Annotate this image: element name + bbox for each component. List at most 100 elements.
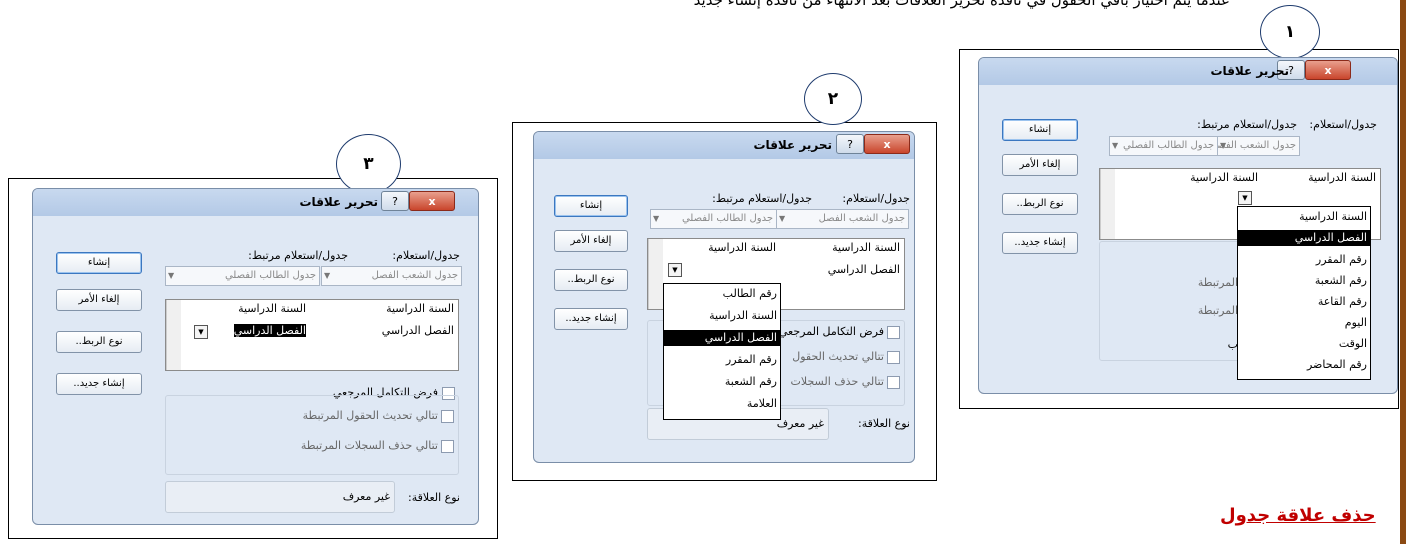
grid-cell[interactable]: السنة الدراسية bbox=[832, 241, 900, 254]
field-dropdown-list-1: السنة الدراسية الفصل الدراسي رقم المقرر … bbox=[1237, 206, 1371, 380]
relationship-type-label: نوع العلاقة: bbox=[408, 491, 460, 504]
table-combo-value: جدول الشعب الفصل bbox=[1217, 140, 1296, 151]
step-number-1: ١ bbox=[1260, 5, 1320, 59]
table-query-label: جدول/استعلام: bbox=[842, 192, 910, 205]
help-button[interactable]: ? bbox=[381, 191, 409, 211]
dialog-title: تحرير علاقات bbox=[1210, 64, 1290, 78]
relationship-type-value: غير معرف bbox=[342, 490, 390, 503]
enforce-integrity-checkbox[interactable] bbox=[887, 326, 900, 339]
join-type-button[interactable]: نوع الربط.. bbox=[554, 269, 628, 291]
page-right-border bbox=[1400, 0, 1406, 544]
step-number-2: ٢ bbox=[804, 73, 862, 125]
chevron-down-icon: ▼ bbox=[1112, 141, 1119, 150]
section-heading: حذف علاقة جدول bbox=[1220, 505, 1376, 526]
cascade-update-label: تتالي تحديث الحقول bbox=[792, 350, 884, 363]
related-table-combo[interactable]: جدول الطالب الفصلي ▼ bbox=[1109, 136, 1218, 156]
dropdown-item[interactable]: الوقت bbox=[1238, 336, 1370, 352]
chevron-down-icon: ▼ bbox=[779, 214, 786, 223]
cascade-delete-label: تتالي حذف السجلات bbox=[790, 375, 884, 388]
cascade-update-checkbox[interactable] bbox=[887, 351, 900, 364]
grid-cell[interactable]: السنة الدراسية bbox=[708, 241, 776, 254]
create-new-button[interactable]: إنشاء جديد.. bbox=[554, 308, 628, 330]
step-number-3: ٣ bbox=[336, 134, 401, 194]
dropdown-item[interactable]: رقم الطالب bbox=[664, 286, 780, 302]
dropdown-item[interactable]: اليوم bbox=[1238, 315, 1370, 331]
create-button[interactable]: إنشاء bbox=[554, 195, 628, 217]
relationship-type-box: غير معرف bbox=[165, 481, 395, 513]
join-type-button[interactable]: نوع الربط.. bbox=[56, 331, 142, 353]
relationship-type-value: غير معرف bbox=[776, 417, 824, 430]
dialog-title: تحرير علاقات bbox=[299, 195, 379, 209]
dialog-title: تحرير علاقات bbox=[753, 138, 833, 152]
chevron-down-icon[interactable]: ▼ bbox=[1238, 191, 1252, 205]
related-table-combo[interactable]: جدول الطالب الفصلي ▼ bbox=[650, 209, 777, 229]
options-group: تتالي تحديث الحقول المرتبطة تتالي حذف ال… bbox=[165, 395, 459, 475]
grid-cell-selected[interactable]: الفصل الدراسي bbox=[233, 324, 306, 337]
dropdown-item[interactable]: العلامة bbox=[664, 396, 780, 412]
cascade-delete-checkbox[interactable] bbox=[441, 440, 454, 453]
related-combo-value: جدول الطالب الفصلي bbox=[1122, 140, 1214, 151]
table-combo[interactable]: جدول الشعب الفصل ▼ bbox=[1217, 136, 1300, 156]
table-combo[interactable]: جدول الشعب الفصل ▼ bbox=[321, 266, 462, 286]
chevron-down-icon: ▼ bbox=[1220, 141, 1227, 150]
table-query-label: جدول/استعلام: bbox=[1309, 118, 1377, 131]
table-combo-value: جدول الشعب الفصل bbox=[371, 270, 458, 281]
related-combo-value: جدول الطالب الفصلي bbox=[224, 270, 316, 281]
dropdown-item-selected[interactable]: الفصل الدراسي bbox=[1238, 230, 1370, 246]
create-button[interactable]: إنشاء bbox=[56, 252, 142, 274]
dropdown-item[interactable]: رقم الشعبة bbox=[664, 374, 780, 390]
table-combo-value: جدول الشعب الفصل bbox=[818, 213, 905, 224]
enforce-integrity-label: فرض التكامل المرجعي bbox=[778, 325, 884, 338]
grid-scrollbar[interactable] bbox=[648, 239, 663, 309]
grid-scrollbar[interactable] bbox=[166, 300, 181, 370]
related-table-label: جدول/استعلام مرتبط: bbox=[248, 249, 348, 262]
related-combo-value: جدول الطالب الفصلي bbox=[681, 213, 773, 224]
cascade-delete-checkbox[interactable] bbox=[887, 376, 900, 389]
grid-cell[interactable]: السنة الدراسية bbox=[386, 302, 454, 315]
dropdown-item[interactable]: رقم القاعة bbox=[1238, 294, 1370, 310]
dropdown-item[interactable]: رقم الشعبة bbox=[1238, 273, 1370, 289]
dropdown-item[interactable]: السنة الدراسية bbox=[1238, 209, 1370, 225]
dropdown-item[interactable]: رقم المقرر bbox=[1238, 252, 1370, 268]
dropdown-item[interactable]: السنة الدراسية bbox=[664, 308, 780, 324]
grid-cell[interactable]: السنة الدراسية bbox=[1308, 171, 1376, 184]
grid-cell[interactable]: الفصل الدراسي bbox=[382, 324, 454, 337]
cancel-button[interactable]: إلغاء الأمر bbox=[554, 230, 628, 252]
chevron-down-icon: ▼ bbox=[324, 271, 331, 280]
create-button[interactable]: إنشاء bbox=[1002, 119, 1078, 141]
cancel-button[interactable]: إلغاء الأمر bbox=[1002, 154, 1078, 176]
dropdown-item-selected[interactable]: الفصل الدراسي bbox=[664, 330, 780, 346]
cascade-delete-label: تتالي حذف السجلات المرتبطة bbox=[300, 439, 438, 452]
options-group: المرتبطة المرتبطة ب bbox=[1099, 241, 1241, 361]
grid-cell[interactable]: السنة الدراسية bbox=[1190, 171, 1258, 184]
table-combo[interactable]: جدول الشعب الفصل ▼ bbox=[776, 209, 909, 229]
chevron-down-icon[interactable]: ▼ bbox=[194, 325, 208, 339]
relationship-type-label: نوع العلاقة: bbox=[858, 417, 910, 430]
cascade-update-fragment: المرتبطة bbox=[1197, 276, 1238, 289]
field-dropdown-list-2: رقم الطالب السنة الدراسية الفصل الدراسي … bbox=[663, 283, 781, 420]
grid-scrollbar[interactable] bbox=[1100, 169, 1115, 239]
close-button[interactable]: x bbox=[1305, 60, 1351, 80]
cascade-update-checkbox[interactable] bbox=[441, 410, 454, 423]
instruction-text: عندما يتم اختيار باقي الحقول في نافذة تح… bbox=[693, 0, 1230, 9]
grid-cell[interactable]: الفصل الدراسي bbox=[828, 263, 900, 276]
create-new-button[interactable]: إنشاء جديد.. bbox=[56, 373, 142, 395]
close-button[interactable]: x bbox=[864, 134, 910, 154]
chevron-down-icon: ▼ bbox=[168, 271, 175, 280]
grid-cell[interactable]: السنة الدراسية bbox=[238, 302, 306, 315]
fields-grid: السنة الدراسية السنة الدراسية الفصل الدر… bbox=[165, 299, 459, 371]
dropdown-item[interactable]: رقم المحاضر bbox=[1238, 357, 1370, 373]
cancel-button[interactable]: إلغاء الأمر bbox=[56, 289, 142, 311]
join-type-button[interactable]: نوع الربط.. bbox=[1002, 193, 1078, 215]
table-query-label: جدول/استعلام: bbox=[392, 249, 460, 262]
related-table-combo[interactable]: جدول الطالب الفصلي ▼ bbox=[165, 266, 320, 286]
chevron-down-icon[interactable]: ▼ bbox=[668, 263, 682, 277]
close-button[interactable]: x bbox=[409, 191, 455, 211]
create-new-button[interactable]: إنشاء جديد.. bbox=[1002, 232, 1078, 254]
dropdown-item[interactable]: رقم المقرر bbox=[664, 352, 780, 368]
related-table-label: جدول/استعلام مرتبط: bbox=[1197, 118, 1297, 131]
help-button[interactable]: ? bbox=[836, 134, 864, 154]
edit-relationships-dialog-3: x ? تحرير علاقات جدول/استعلام: جدول/استع… bbox=[32, 188, 479, 525]
related-table-label: جدول/استعلام مرتبط: bbox=[712, 192, 812, 205]
cascade-delete-fragment: المرتبطة bbox=[1197, 304, 1238, 317]
